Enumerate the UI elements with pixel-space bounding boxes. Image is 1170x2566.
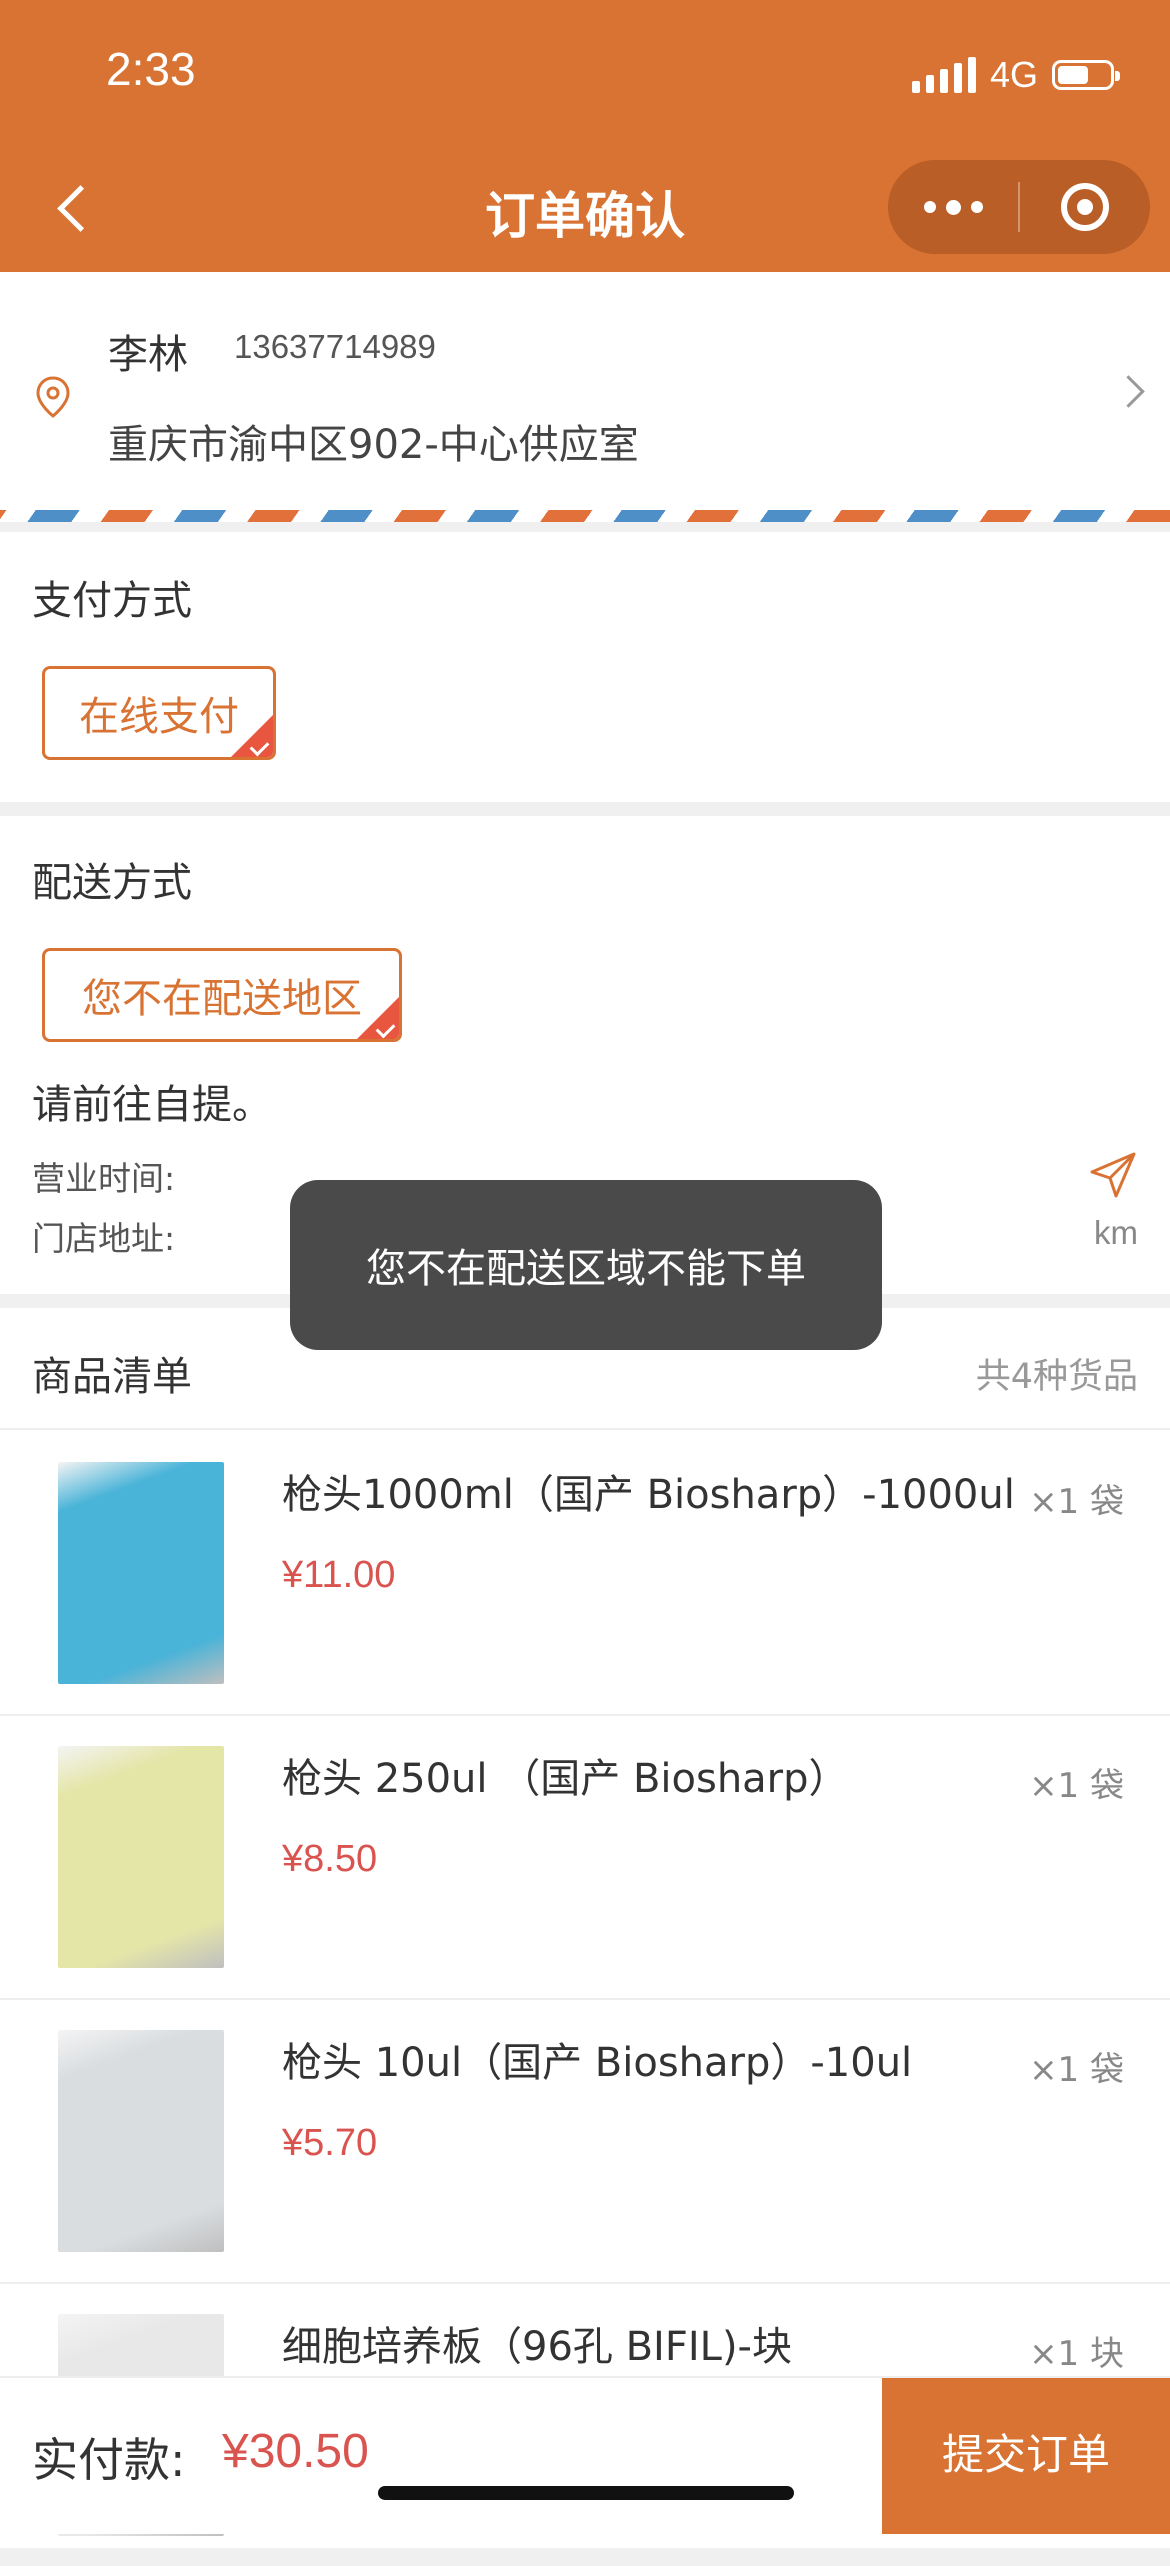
location-pin-icon [36, 376, 70, 418]
list-item[interactable]: 枪头1000ml（国产 Biosharp）-1000ul ¥11.00 ×1 袋 [0, 1430, 1170, 1716]
pickup-note: 请前往自提。 [32, 1082, 272, 1128]
product-quantity: ×1 袋 [1029, 1766, 1124, 1806]
navigation-arrow-icon[interactable] [1088, 1150, 1138, 1200]
product-quantity: ×1 块 [1029, 2334, 1124, 2374]
pay-amount: ¥30.50 [222, 2425, 369, 2478]
payment-option-label: 在线支付 [79, 694, 239, 740]
recipient-name: 李林 [108, 332, 188, 378]
pay-label: 实付款: [32, 2433, 186, 2487]
product-price: ¥8.50 [282, 1838, 378, 1880]
list-item[interactable]: 枪头 250ul （国产 Biosharp） ¥8.50 ×1 袋 [0, 1714, 1170, 2000]
home-indicator[interactable] [378, 2486, 794, 2500]
payment-option-online[interactable]: 在线支付 [42, 666, 276, 760]
network-type: 4G [989, 54, 1038, 95]
chevron-right-icon [1112, 375, 1145, 408]
payment-title: 支付方式 [32, 578, 192, 624]
status-time: 2:33 [106, 43, 196, 95]
payment-section: 支付方式 在线支付 [0, 532, 1170, 802]
goods-title: 商品清单 [32, 1354, 192, 1400]
more-dots-icon [923, 201, 936, 213]
distance-unit: km [1094, 1214, 1138, 1251]
product-quantity: ×1 袋 [1029, 1482, 1124, 1522]
product-name: 枪头 10ul（国产 Biosharp）-10ul [282, 2040, 913, 2086]
delivery-option-label: 您不在配送地区 [82, 976, 362, 1022]
delivery-title: 配送方式 [32, 860, 192, 906]
target-circle-icon [1061, 183, 1109, 231]
miniprogram-capsule [888, 160, 1150, 254]
product-price: ¥11.00 [282, 1554, 396, 1596]
store-hours-label: 营业时间: [32, 1159, 176, 1198]
toast-message: 您不在配送区域不能下单 [290, 1180, 882, 1350]
goods-section: 商品清单 共4种货品 枪头1000ml（国产 Biosharp）-1000ul … [0, 1308, 1170, 2548]
list-item[interactable]: 枪头 10ul（国产 Biosharp）-10ul ¥5.70 ×1 袋 [0, 1998, 1170, 2284]
product-thumbnail [58, 1746, 224, 1968]
checkout-bar: 实付款: ¥30.50 提交订单 [0, 2376, 1170, 2534]
product-name: 枪头 250ul （国产 Biosharp） [282, 1756, 849, 1802]
product-price: ¥5.70 [282, 2122, 378, 2164]
signal-icon [911, 57, 976, 93]
goods-count: 共4种货品 [975, 1357, 1138, 1397]
more-button[interactable] [888, 160, 1018, 254]
store-address-label: 门店地址: [32, 1219, 176, 1258]
header-bar: 2:33 4G 订单确认 [0, 0, 1170, 272]
product-thumbnail [58, 2030, 224, 2252]
address-card[interactable]: 李林 13637714989 重庆市渝中区902-中心供应室 [0, 272, 1170, 510]
product-name: 细胞培养板（96孔 BIFIL)-块 [282, 2324, 792, 2370]
close-miniprogram-button[interactable] [1020, 160, 1150, 254]
recipient-phone: 13637714989 [234, 328, 436, 365]
delivery-option[interactable]: 您不在配送地区 [42, 948, 402, 1042]
airmail-divider [0, 510, 1170, 522]
status-icons: 4G [911, 50, 1120, 100]
product-thumbnail [58, 1462, 224, 1684]
recipient-address: 重庆市渝中区902-中心供应室 [108, 422, 639, 468]
product-name: 枪头1000ml（国产 Biosharp）-1000ul [282, 1472, 1015, 1518]
product-quantity: ×1 袋 [1029, 2050, 1124, 2090]
battery-icon [1052, 60, 1120, 90]
submit-order-button[interactable]: 提交订单 [882, 2378, 1170, 2534]
